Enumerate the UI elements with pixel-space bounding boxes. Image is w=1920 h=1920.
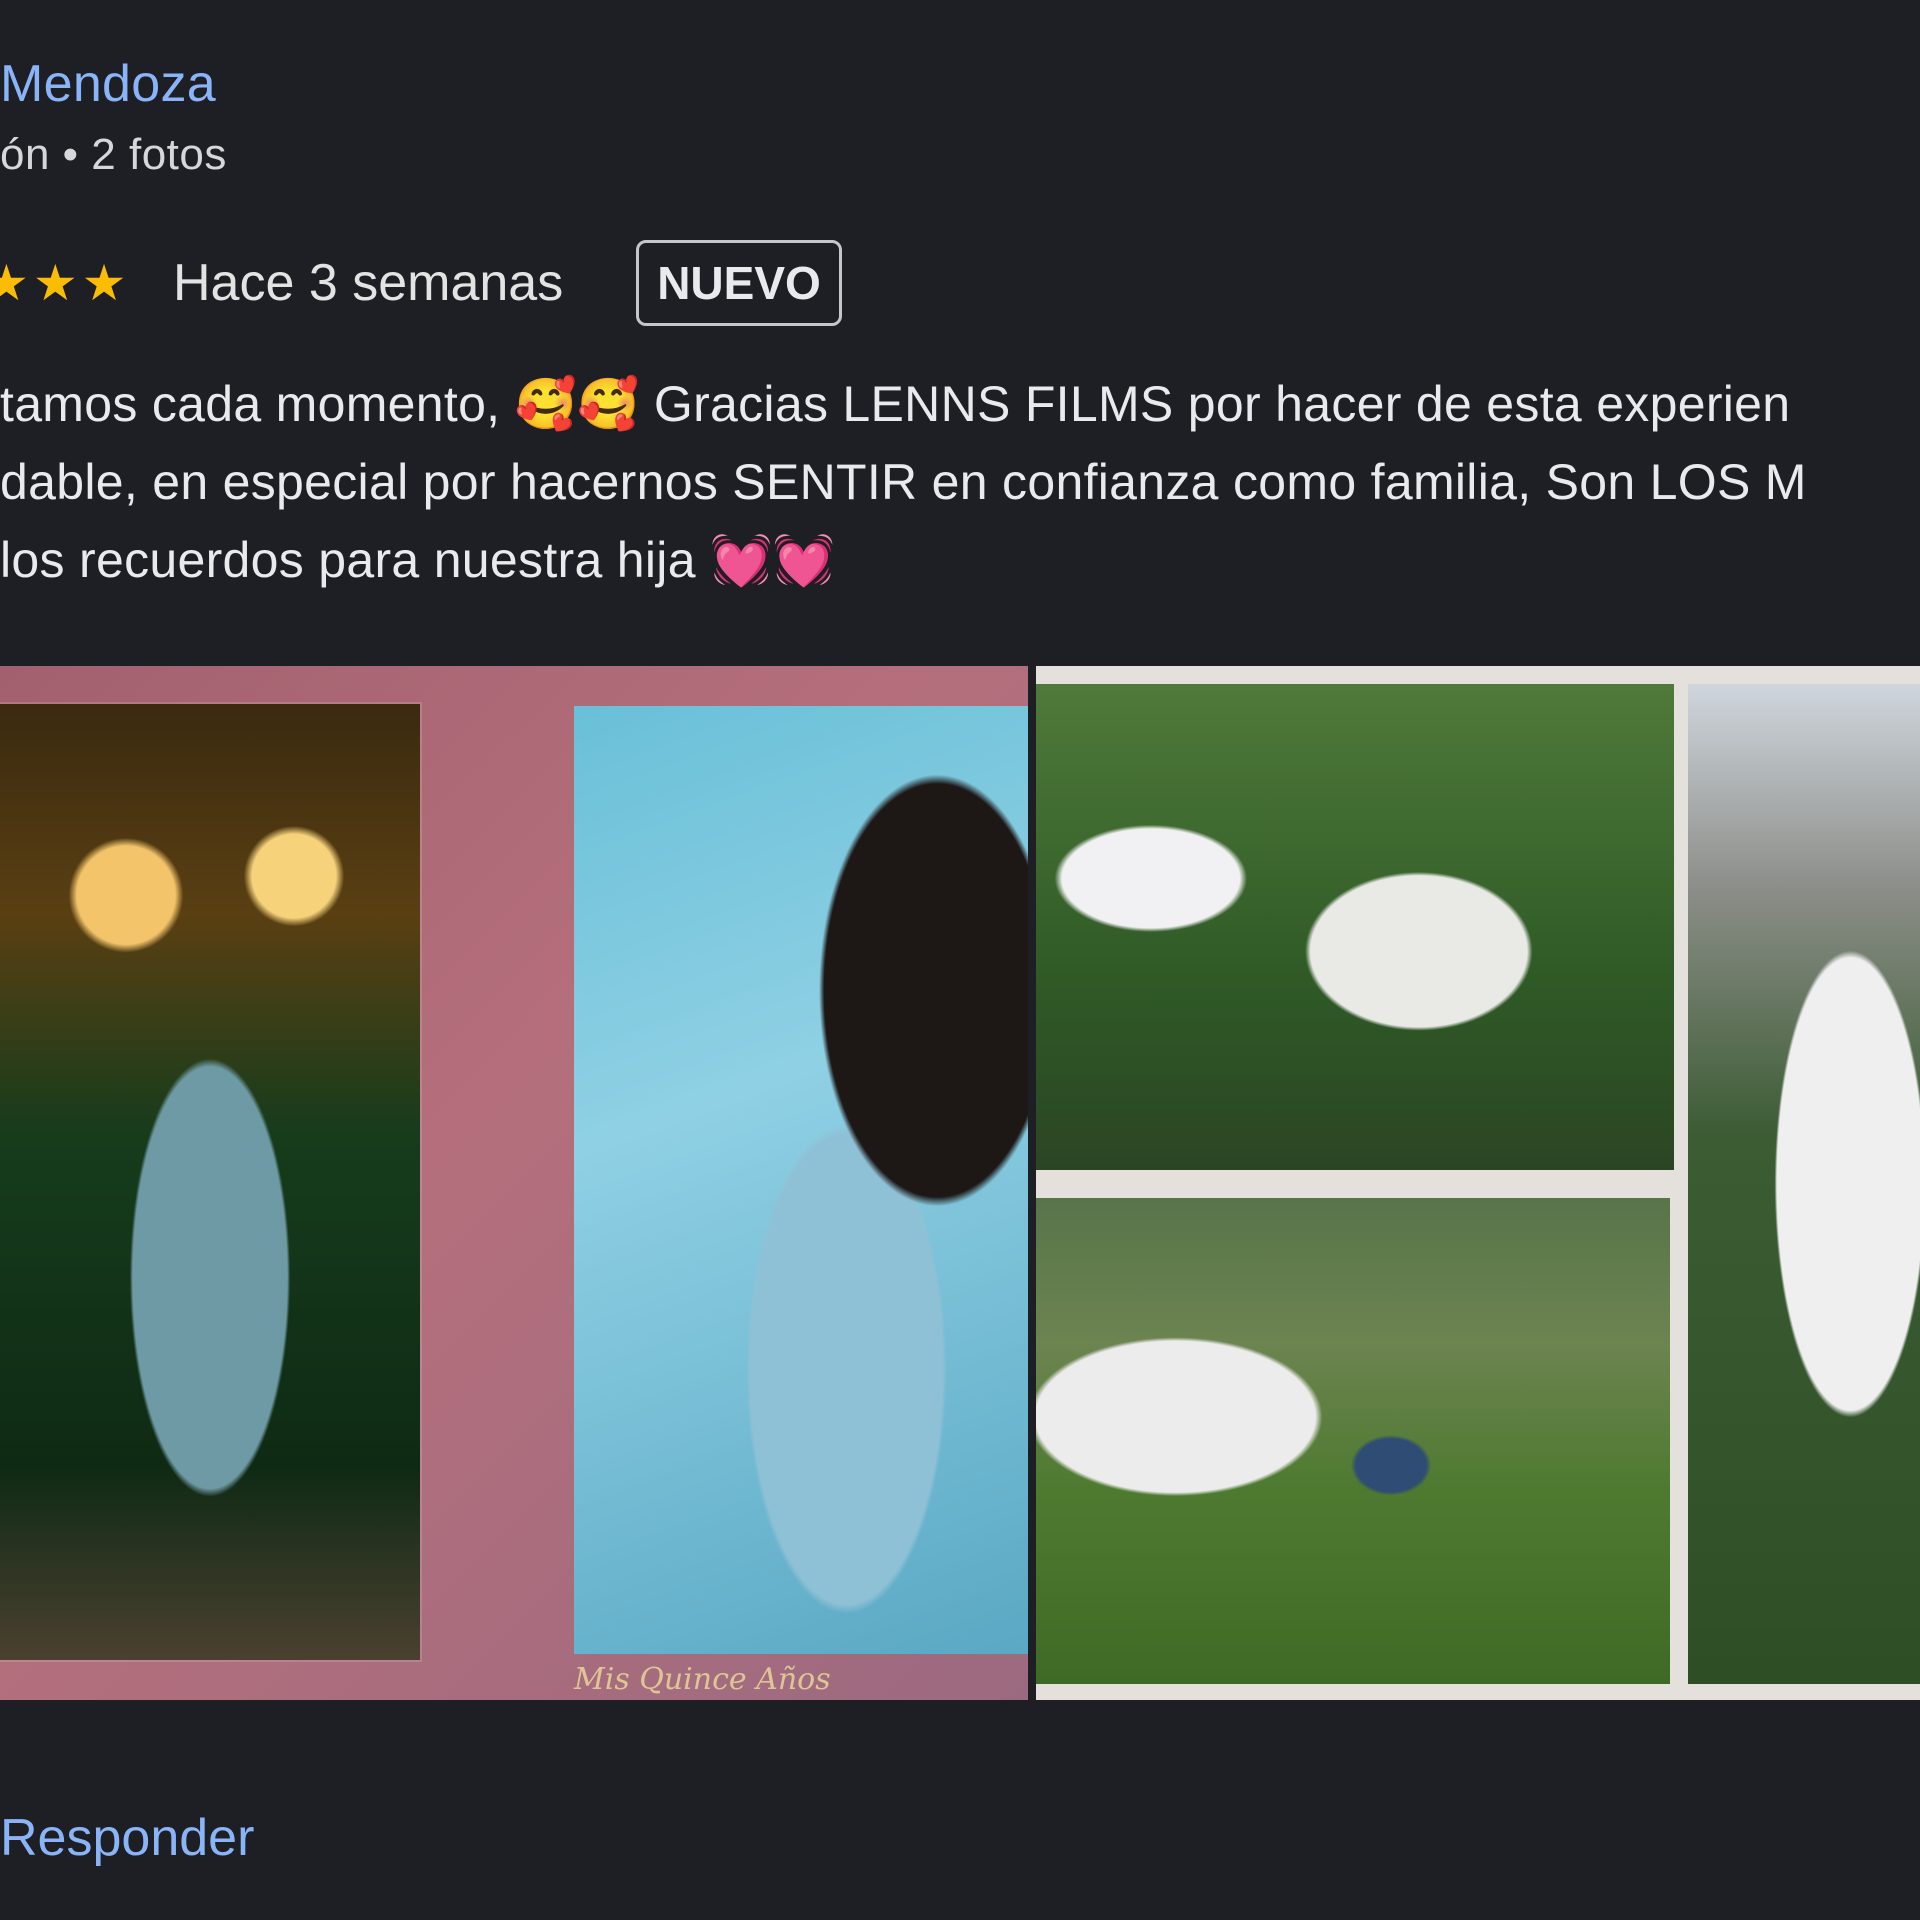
- review-line: tamos cada momento, 🥰🥰 Gracias LENNS FIL…: [0, 376, 1791, 432]
- star-rating-icon: ★★★: [0, 255, 131, 311]
- review-photo-quinceanera[interactable]: Mis Quince Años: [0, 666, 1028, 1700]
- photo-panel-horse-closeup: [1688, 684, 1920, 1684]
- review-line: los recuerdos para nuestra hija 💓💓: [0, 532, 836, 588]
- photo-panel-walking: [1036, 1198, 1670, 1684]
- review-photo-horse[interactable]: [1036, 666, 1920, 1700]
- photo-panel-riding: [1036, 684, 1674, 1170]
- photo-signature: Mis Quince Años: [574, 1662, 831, 1697]
- new-badge: NUEVO: [636, 240, 842, 326]
- author-name[interactable]: Mendoza: [0, 54, 216, 114]
- review-card: Mendoza ón • 2 fotos ★★★ Hace 3 semanas …: [0, 0, 1920, 1920]
- reply-button[interactable]: Responder: [0, 1808, 254, 1868]
- review-time: Hace 3 semanas: [173, 254, 564, 312]
- review-line: dable, en especial por hacernos SENTIR e…: [0, 454, 1807, 510]
- rating-row: ★★★ Hace 3 semanas NUEVO: [0, 238, 1920, 330]
- photo-panel-gown: [0, 704, 420, 1660]
- photo-panel-bouquet: [574, 706, 1028, 1654]
- review-text: tamos cada momento, 🥰🥰 Gracias LENNS FIL…: [0, 365, 1920, 599]
- author-meta: ón • 2 fotos: [0, 130, 227, 179]
